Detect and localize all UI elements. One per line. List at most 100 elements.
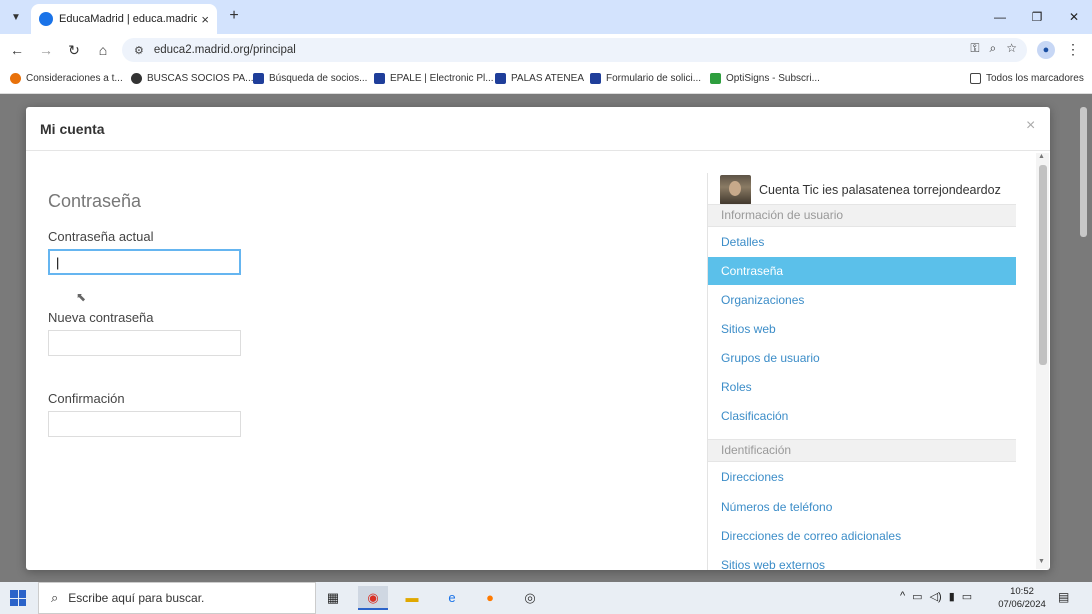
site-info-icon[interactable]: ⚙ [134, 44, 144, 57]
mouse-pointer-icon: ⬉ [76, 290, 87, 304]
taskbar-search-box[interactable]: ⌕ Escribe aquí para buscar. [38, 582, 316, 614]
nav-item-grupos-usuario[interactable]: Grupos de usuario [708, 344, 1016, 372]
bookmark-item[interactable]: Consideraciones a t... [10, 73, 123, 84]
bookmark-item[interactable]: OptiSigns - Subscri... [710, 73, 820, 84]
edge-app-icon[interactable]: e [437, 586, 467, 610]
user-profile-row: Cuenta Tic ies palasatenea torrejondeard… [720, 175, 1001, 205]
new-tab-button[interactable]: + [224, 6, 244, 26]
url-text: educa2.madrid.org/principal [153, 44, 296, 56]
nav-item-telefonos[interactable]: Números de teléfono [708, 493, 1016, 521]
scroll-up-icon[interactable]: ▲ [1038, 153, 1045, 160]
browser-toolbar: ← → ↻ ⌂ ⚙ educa2.madrid.org/principal ⚿ … [0, 34, 1092, 66]
reload-icon[interactable]: ↻ [63, 40, 85, 60]
back-arrow-icon[interactable]: ← [6, 40, 28, 60]
home-icon[interactable]: ⌂ [92, 40, 114, 60]
file-explorer-icon[interactable]: ▬ [397, 586, 427, 610]
system-tray[interactable]: ^ ▭ ◁) ▮ ▭ [900, 590, 972, 603]
scroll-down-icon[interactable]: ▼ [1038, 558, 1045, 565]
search-icon: ⌕ [51, 590, 59, 605]
bookmark-label: Búsqueda de socios... [269, 73, 368, 84]
bookmark-favicon-icon [131, 73, 142, 84]
clock-date: 07/06/2024 [998, 599, 1046, 610]
windows-start-icon[interactable] [10, 590, 26, 606]
bookmark-favicon-icon [590, 73, 601, 84]
bookmark-item[interactable]: PALAS ATENEA [495, 73, 584, 84]
nav-header-identificacion: Identificación [708, 439, 1016, 462]
bookmark-item[interactable]: BUSCAS SOCIOS PA... [131, 73, 254, 84]
bookmark-item[interactable]: EPALE | Electronic Pl... [374, 73, 494, 84]
firefox-app-icon[interactable]: ● [475, 586, 505, 610]
current-password-input[interactable] [48, 249, 241, 275]
bookmark-label: OptiSigns - Subscri... [726, 73, 820, 84]
bookmark-favicon-icon [10, 73, 21, 84]
modal-title: Mi cuenta [40, 121, 105, 137]
browser-tab-bar: ▼ EducaMadrid | educa.madrid.or × + — ❐ … [0, 0, 1092, 34]
tab-close-icon[interactable]: × [201, 12, 209, 27]
modal-close-icon[interactable]: × [1026, 117, 1035, 135]
page-scrollbar[interactable] [1078, 97, 1088, 575]
bookmark-item[interactable]: Formulario de solici... [590, 73, 701, 84]
nav-item-contrasena[interactable]: Contraseña [708, 257, 1016, 285]
nav-item-detalles[interactable]: Detalles [708, 228, 1016, 256]
taskbar-clock[interactable]: 10:52 07/06/2024 [994, 585, 1050, 611]
folder-icon [970, 73, 981, 84]
minimize-button[interactable]: — [985, 7, 1015, 27]
nav-item-organizaciones[interactable]: Organizaciones [708, 286, 1016, 314]
nav-item-direcciones[interactable]: Direcciones [708, 463, 1016, 491]
bookmark-label: PALAS ATENEA [511, 73, 584, 84]
notifications-icon[interactable]: ▤ [1058, 590, 1069, 604]
bookmark-label: EPALE | Electronic Pl... [390, 73, 494, 84]
bookmark-favicon-icon [710, 73, 721, 84]
bookmark-item[interactable]: Búsqueda de socios... [253, 73, 367, 84]
network-icon[interactable]: ▭ [912, 590, 922, 603]
bookmark-label: BUSCAS SOCIOS PA... [147, 73, 254, 84]
password-key-icon[interactable]: ⚿ [970, 41, 979, 56]
tab-search-chevron-icon[interactable]: ▼ [6, 7, 26, 27]
avatar [720, 175, 751, 205]
all-bookmarks-button[interactable]: Todos los marcadores [970, 73, 1084, 84]
modal-header: Mi cuenta × [26, 107, 1050, 151]
volume-icon[interactable]: ◁) [930, 590, 942, 603]
bookmark-favicon-icon [495, 73, 506, 84]
user-name: Cuenta Tic ies palasatenea torrejondeard… [759, 183, 1001, 197]
windows-taskbar: ⌕ Escribe aquí para buscar. ▦ ◉ ▬ e ● ◎ … [0, 582, 1092, 614]
browser-tab[interactable]: EducaMadrid | educa.madrid.or × [31, 4, 217, 34]
zoom-icon[interactable]: ⌕ [990, 41, 997, 56]
close-window-button[interactable]: ✕ [1059, 7, 1089, 27]
tab-title: EducaMadrid | educa.madrid.or [59, 13, 198, 25]
browser-menu-icon[interactable]: ⋮ [1066, 41, 1080, 58]
new-password-label: Nueva contraseña [48, 310, 154, 325]
account-nav-panel: Cuenta Tic ies palasatenea torrejondeard… [707, 173, 1016, 570]
address-bar[interactable]: ⚙ educa2.madrid.org/principal ⚿ ⌕ ☆ [122, 38, 1027, 62]
profile-avatar-icon[interactable]: ● [1037, 41, 1055, 59]
chrome-app-icon[interactable]: ◉ [358, 586, 388, 610]
globe-favicon-icon [39, 12, 53, 26]
nav-item-sitios-externos[interactable]: Sitios web externos [708, 551, 1016, 570]
app-icon[interactable]: ◎ [515, 586, 545, 610]
new-password-input[interactable] [48, 330, 241, 356]
page-scrollbar-thumb[interactable] [1080, 107, 1087, 237]
confirm-password-input[interactable] [48, 411, 241, 437]
microphone-icon[interactable]: ▮ [949, 590, 955, 603]
bookmark-star-icon[interactable]: ☆ [1006, 41, 1017, 56]
forward-arrow-icon[interactable]: → [35, 40, 57, 60]
chevron-up-icon[interactable]: ^ [900, 590, 905, 603]
current-password-label: Contraseña actual [48, 229, 154, 244]
nav-item-roles[interactable]: Roles [708, 373, 1016, 401]
all-bookmarks-label: Todos los marcadores [986, 73, 1084, 84]
restore-button[interactable]: ❐ [1022, 7, 1052, 27]
clock-time: 10:52 [1010, 586, 1034, 597]
battery-icon[interactable]: ▭ [962, 590, 972, 603]
nav-item-sitios-web[interactable]: Sitios web [708, 315, 1016, 343]
nav-item-clasificacion[interactable]: Clasificación [708, 402, 1016, 430]
section-title: Contraseña [48, 191, 142, 211]
bookmarks-bar: Consideraciones a t... BUSCAS SOCIOS PA.… [0, 66, 1092, 94]
confirm-password-label: Confirmación [48, 391, 125, 406]
task-view-icon[interactable]: ▦ [318, 586, 348, 610]
modal-scrollbar[interactable]: ▲ ▼ [1036, 153, 1049, 569]
taskbar-search-placeholder: Escribe aquí para buscar. [68, 591, 205, 605]
modal-scrollbar-thumb[interactable] [1039, 165, 1047, 365]
bookmark-label: Formulario de solici... [606, 73, 702, 84]
nav-item-correos-adicionales[interactable]: Direcciones de correo adicionales [708, 522, 1016, 550]
my-account-modal: Mi cuenta × Contraseña Contraseña actual… [26, 107, 1050, 570]
